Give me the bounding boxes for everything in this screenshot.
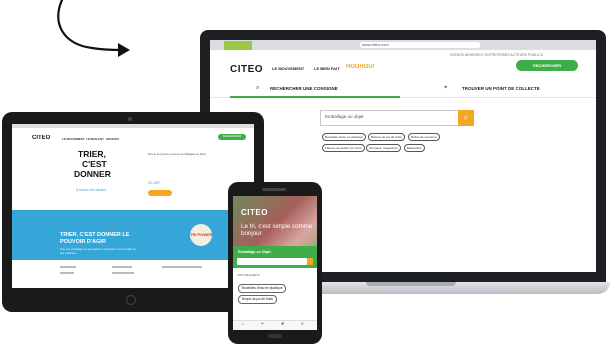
- phone-search-label: Emballage ou Objet: [238, 250, 271, 254]
- banner-title: TRIER, C'EST DONNER LE POUVOIR D'AGIR: [60, 232, 130, 245]
- tab-point-collecte[interactable]: TROUVER UN POINT DE COLLECTE: [462, 86, 540, 91]
- tablet-search-button[interactable]: RECHERCHER: [218, 134, 246, 140]
- banner-text: Trier ses emballages et ses papiers, c'e…: [60, 248, 136, 255]
- search-icon: ⌕: [256, 85, 260, 91]
- search-cta-button[interactable]: RECHERCHER: [516, 60, 578, 71]
- tablet-browser-chrome: [12, 124, 254, 128]
- chip-boites[interactable]: Boîtes de conserve: [408, 133, 440, 141]
- tablet-nav-bien-fait[interactable]: LE BIEN FAIT: [86, 137, 104, 141]
- phone-chip-bouteilles[interactable]: Bouteilles d'eau en plastique: [238, 284, 287, 293]
- phone-section-label: TRIS FRÉQUENTS: [237, 274, 260, 277]
- citeo-logo[interactable]: CITEO: [230, 64, 263, 75]
- leaf-icon[interactable]: ♣: [281, 321, 284, 327]
- address-bar-url: www.citeo.com: [362, 42, 389, 47]
- tablet-side-text: Dès le 1er janvier tous les emballages s…: [148, 152, 206, 156]
- laptop-notch: [366, 282, 456, 286]
- phone-tab-bar: [233, 320, 317, 330]
- chip-journaux[interactable]: Journaux, magazines: [366, 144, 401, 152]
- nav-item-bien-fait[interactable]: LE BIEN FAIT: [314, 66, 340, 71]
- tablet-side-number: 23 457: [148, 180, 161, 185]
- phone-search-input[interactable]: [237, 258, 307, 265]
- footer-line: [112, 272, 134, 274]
- tablet-screen: CITEO LE MOUVEMENT LE BIEN FAIT HOUHOU! …: [12, 124, 254, 288]
- phone-speaker: [262, 188, 286, 191]
- tablet-nav-highlight[interactable]: HOUHOU!: [106, 137, 119, 141]
- chip-bouteilles[interactable]: Bouteilles d'eau en plastique: [322, 133, 367, 141]
- tri-power-badge: TRI POWER: [190, 224, 212, 246]
- chip-briques[interactable]: Briques de jus de fruits: [368, 133, 405, 141]
- browser-tab[interactable]: [224, 41, 252, 50]
- active-tab-indicator: [230, 96, 400, 98]
- hero-line-3: DONNER: [74, 170, 111, 179]
- map-pin-icon: ⌖: [444, 85, 448, 91]
- search-submit-button[interactable]: ⌕: [458, 110, 474, 126]
- tab-rechercher-consigne[interactable]: RECHERCHER UNE CONSIGNE: [270, 86, 338, 91]
- tablet-side-button[interactable]: [148, 190, 172, 196]
- tablet-citeo-logo[interactable]: CITEO: [32, 135, 50, 141]
- top-links[interactable]: ESPACE ADHERENT ENTREPRISES ACTEURS PUBL…: [450, 53, 543, 57]
- hero-line-2: C'EST: [82, 160, 107, 169]
- phone-tagline: Le tri, c'est simple comme bonjour: [241, 223, 313, 237]
- nav-item-highlight[interactable]: HOUHOU!: [346, 64, 375, 70]
- hero-subtitle[interactable]: À travers nos dessins: [76, 188, 106, 192]
- hero-line-1: TRIER,: [78, 150, 106, 159]
- chip-flacons[interactable]: Flacons de parfum en verre: [322, 144, 365, 152]
- phone-citeo-logo[interactable]: CITEO: [241, 208, 268, 217]
- search-placeholder: Emballage ou objet: [325, 114, 364, 119]
- menu-icon[interactable]: ≡: [301, 321, 304, 327]
- tablet-camera: [128, 117, 132, 121]
- chip-barquettes[interactable]: Barquettes: [404, 144, 425, 152]
- footer-social: [162, 266, 202, 268]
- tablet-nav-mouvement[interactable]: LE MOUVEMENT: [62, 137, 85, 141]
- pin-icon[interactable]: ⌖: [261, 321, 264, 327]
- phone-chip-brique[interactable]: Brique de jus de fruits: [238, 295, 277, 304]
- phone-screen: CITEO Le tri, c'est simple comme bonjour…: [233, 196, 317, 330]
- nav-item-mouvement[interactable]: LE MOUVEMENT: [272, 66, 304, 71]
- footer-line: [60, 266, 76, 268]
- home-icon[interactable]: ⌂: [241, 321, 244, 327]
- phone-home-indicator: [268, 334, 282, 338]
- footer-line: [60, 272, 74, 274]
- tablet-home-button[interactable]: [126, 295, 136, 305]
- footer-line: [112, 266, 132, 268]
- phone-search-button[interactable]: [307, 258, 313, 265]
